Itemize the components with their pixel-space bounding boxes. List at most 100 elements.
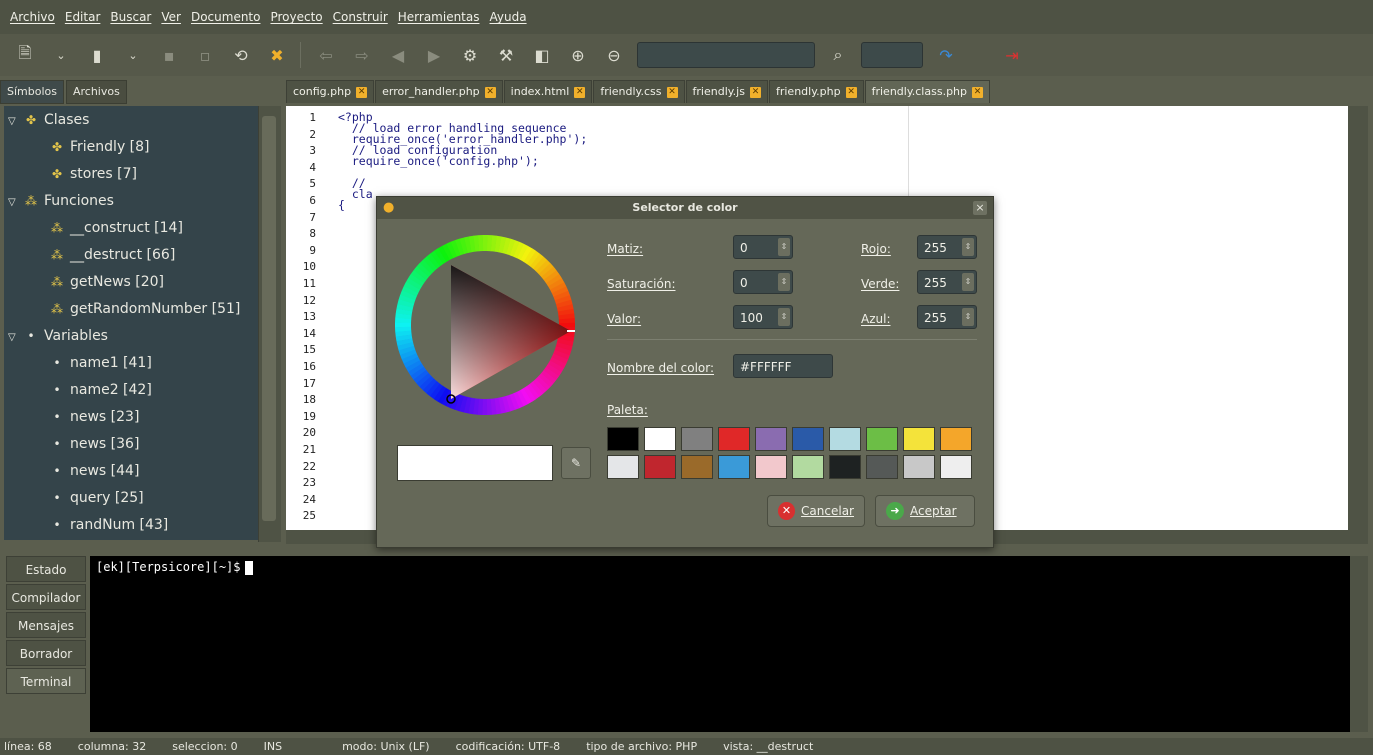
spin-icon[interactable]: ⇕ [962, 238, 974, 256]
editor-tab[interactable]: friendly.css ✕ [593, 80, 685, 103]
open-file-icon[interactable]: ▮ [84, 42, 110, 68]
palette-swatch[interactable] [903, 427, 935, 451]
expander-icon[interactable]: ▽ [8, 325, 22, 351]
hue-ring-segment[interactable] [437, 388, 450, 405]
search-icon[interactable]: ⌕ [825, 42, 851, 68]
redo-icon[interactable]: ⇨ [349, 42, 375, 68]
palette-swatch[interactable] [681, 427, 713, 451]
close-file-icon[interactable]: ✖ [264, 42, 290, 68]
tree-item[interactable]: ⁂ getRandomNumber [51] [48, 296, 240, 322]
hue-ring-segment[interactable] [555, 299, 573, 308]
hue-ring-segment[interactable] [557, 308, 575, 316]
hue-ring-segment[interactable] [494, 235, 502, 253]
close-icon[interactable]: × [973, 201, 987, 215]
close-icon[interactable]: ✕ [484, 86, 496, 98]
menu-editar[interactable]: Editar [65, 10, 101, 24]
hue-ring-segment[interactable] [526, 250, 540, 267]
tree-item[interactable]: • randNum [43] [48, 512, 168, 538]
hue-ring-segment[interactable] [520, 388, 533, 405]
hue-ring-segment[interactable] [401, 353, 419, 364]
menu-construir[interactable]: Construir [333, 10, 388, 24]
tree-item[interactable]: ⁂ getNews [20] [48, 269, 164, 295]
hue-ring-segment[interactable] [513, 241, 524, 259]
spin-icon[interactable]: ⇕ [962, 273, 974, 291]
hue-ring-segment[interactable] [523, 248, 537, 265]
hue-ring-segment[interactable] [538, 262, 554, 278]
tree-item[interactable]: ▽ ✤ Clases [8, 107, 89, 133]
tree-item[interactable]: • name2 [42] [48, 377, 151, 403]
tree-item[interactable]: ✤ stores [7] [48, 161, 137, 187]
tree-item[interactable]: • query [25] [48, 485, 143, 511]
editor-tab[interactable]: friendly.js ✕ [685, 80, 768, 103]
hue-ring-segment[interactable] [426, 253, 441, 269]
hue-ring-segment[interactable] [549, 281, 567, 294]
palette-swatch[interactable] [755, 427, 787, 451]
hue-ring-segment[interactable] [538, 372, 554, 388]
hue-ring-segment[interactable] [430, 250, 444, 267]
bottom-tab-estado[interactable]: Estado [6, 556, 86, 582]
bottom-tab-borrador[interactable]: Borrador [6, 640, 86, 666]
cancel-button[interactable]: ✕ Cancelar [767, 495, 865, 527]
hue-ring-segment[interactable] [416, 372, 432, 388]
quit-icon[interactable]: ⇥ [999, 42, 1025, 68]
hue-ring-segment[interactable] [494, 397, 502, 415]
bottom-tab-mensajes[interactable]: Mensajes [6, 612, 86, 638]
palette-swatch[interactable] [755, 455, 787, 479]
tree-item[interactable]: ⁂ __construct [14] [48, 215, 183, 241]
spin-icon[interactable]: ⇕ [778, 273, 790, 291]
hue-ring-segment[interactable] [419, 375, 435, 391]
hue-ring-segment[interactable] [505, 394, 516, 412]
editor-scrollbar[interactable] [1348, 106, 1368, 530]
close-icon[interactable]: ✕ [749, 86, 761, 98]
hue-ring-segment[interactable] [395, 334, 413, 342]
editor-tab[interactable]: config.php ✕ [286, 80, 375, 103]
close-icon[interactable]: ✕ [574, 86, 586, 98]
tree-item[interactable]: ▽ ⁂ Funciones [8, 188, 114, 214]
green-spinbox[interactable]: 255 ⇕ [917, 270, 977, 294]
hue-ring-segment[interactable] [505, 238, 516, 256]
hue-ring-segment[interactable] [523, 385, 537, 402]
hue-ring-segment[interactable] [422, 378, 438, 394]
hue-ring-segment[interactable] [397, 342, 415, 351]
palette-swatch[interactable] [829, 427, 861, 451]
palette-swatch[interactable] [681, 455, 713, 479]
hue-ring-segment[interactable] [543, 366, 560, 380]
close-icon[interactable]: ✕ [666, 86, 678, 98]
hue-ring-segment[interactable] [430, 383, 444, 400]
hue-ring-segment[interactable] [554, 294, 572, 305]
hue-ring-segment[interactable] [441, 243, 454, 261]
hue-ring-segment[interactable] [454, 394, 465, 412]
hue-ring-segment[interactable] [446, 241, 457, 259]
close-icon[interactable]: ✕ [845, 86, 857, 98]
palette-swatch[interactable] [903, 455, 935, 479]
menu-archivo[interactable]: Archivo [10, 10, 55, 24]
hue-ring-segment[interactable] [548, 277, 565, 290]
expander-icon[interactable]: ▽ [8, 190, 22, 216]
spin-icon[interactable]: ⇕ [962, 308, 974, 326]
save-icon[interactable]: ▪ [156, 42, 182, 68]
palette-swatch[interactable] [792, 455, 824, 479]
bottom-tab-compilador[interactable]: Compilador [6, 584, 86, 610]
hue-ring-segment[interactable] [516, 389, 529, 407]
red-spinbox[interactable]: 255 ⇕ [917, 235, 977, 259]
tree-item[interactable]: ⁂ __destruct [66] [48, 242, 175, 268]
spin-icon[interactable]: ⇕ [778, 238, 790, 256]
menu-buscar[interactable]: Buscar [110, 10, 151, 24]
hue-ring-segment[interactable] [549, 356, 567, 369]
sidebar-scrollbar[interactable] [258, 106, 281, 542]
chevron-down-icon[interactable]: ⌄ [48, 42, 74, 68]
palette-swatch[interactable] [866, 427, 898, 451]
hue-ring-segment[interactable] [529, 381, 544, 397]
goto-line-icon[interactable]: ↷ [933, 42, 959, 68]
hue-ring-segment[interactable] [520, 245, 533, 262]
hue-ring-segment[interactable] [551, 286, 569, 297]
hue-ring-segment[interactable] [426, 381, 441, 397]
expander-icon[interactable]: ▽ [8, 109, 22, 135]
hue-ring-segment[interactable] [556, 338, 574, 347]
hue-ring-segment[interactable] [405, 360, 422, 373]
compile-icon[interactable]: ⚙ [457, 42, 483, 68]
search-input[interactable] [637, 42, 815, 68]
terminal-scrollbar[interactable] [1350, 556, 1368, 732]
editor-tab[interactable]: error_handler.php ✕ [375, 80, 503, 103]
hue-ring-segment[interactable] [396, 303, 414, 312]
